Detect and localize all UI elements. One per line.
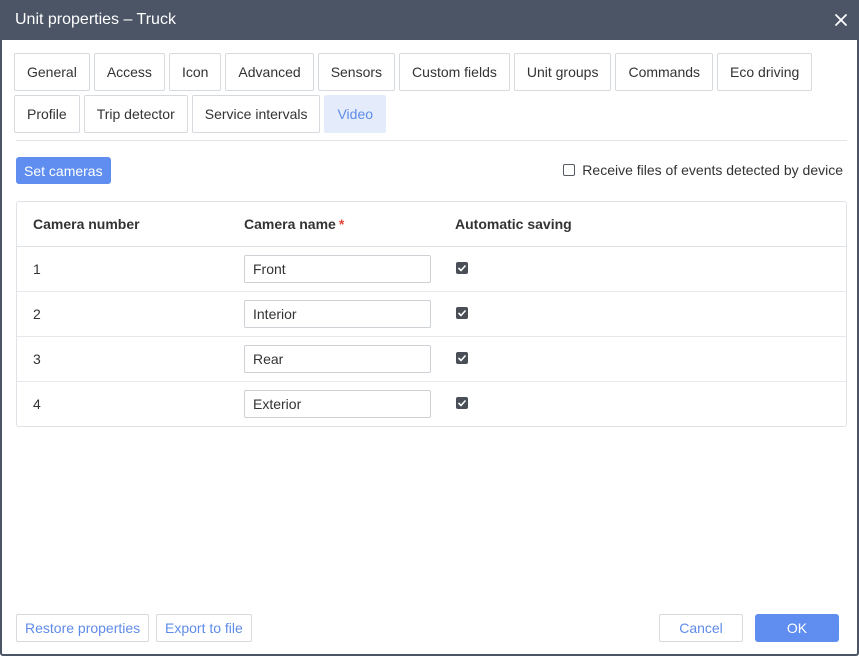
table-row: 1 [17, 247, 846, 292]
required-mark: * [338, 216, 345, 232]
tab-custom-fields[interactable]: Custom fields [399, 53, 510, 91]
cameras-table: Camera number Camera name * Automatic sav… [16, 201, 847, 427]
checkbox-checked-icon[interactable] [456, 397, 468, 409]
export-to-file-button[interactable]: Export to file [156, 614, 252, 642]
tab-video[interactable]: Video [324, 95, 387, 133]
cancel-button[interactable]: Cancel [659, 614, 743, 642]
receive-files-option[interactable]: Receive files of events detected by devi… [563, 162, 843, 178]
tab-trip-detector[interactable]: Trip detector [83, 95, 188, 133]
camera-name-input[interactable] [244, 345, 431, 373]
table-header: Camera number Camera name * Automatic sav… [17, 202, 846, 247]
dialog-titlebar: Unit properties – Truck [2, 0, 859, 40]
camera-name-input[interactable] [244, 300, 431, 328]
tab-sensors[interactable]: Sensors [317, 53, 396, 91]
tab-icon[interactable]: Icon [168, 53, 222, 91]
ok-button[interactable]: OK [755, 614, 839, 642]
header-automatic-saving: Automatic saving [455, 216, 572, 232]
tab-advanced[interactable]: Advanced [225, 53, 314, 91]
tab-general[interactable]: General [14, 53, 90, 91]
camera-name-input[interactable] [244, 255, 431, 283]
header-camera-name: Camera name * [244, 216, 344, 232]
close-icon[interactable] [831, 10, 851, 30]
header-camera-number: Camera number [33, 216, 140, 232]
dialog-title: Unit properties – Truck [15, 11, 176, 28]
tab-commands[interactable]: Commands [615, 53, 714, 91]
camera-number: 3 [33, 351, 41, 367]
tabs-divider [16, 140, 847, 141]
restore-properties-button[interactable]: Restore properties [16, 614, 150, 642]
camera-name-input[interactable] [244, 390, 431, 418]
tab-row-2: Profile Trip detector Service intervals … [14, 95, 390, 133]
camera-number: 2 [33, 306, 41, 322]
checkbox-checked-icon[interactable] [456, 307, 468, 319]
receive-files-label: Receive files of events detected by devi… [582, 162, 843, 178]
checkbox-icon[interactable] [563, 164, 576, 176]
tab-service-intervals[interactable]: Service intervals [191, 95, 321, 133]
unit-properties-dialog: Unit properties – Truck General Access I… [0, 0, 859, 656]
table-row: 2 [17, 292, 846, 337]
checkbox-checked-icon[interactable] [456, 352, 468, 364]
checkbox-checked-icon[interactable] [456, 262, 468, 274]
table-row: 4 [17, 382, 846, 427]
tab-row-1: General Access Icon Advanced Sensors Cus… [14, 53, 816, 91]
tab-eco-driving[interactable]: Eco driving [717, 53, 813, 91]
tab-access[interactable]: Access [93, 53, 165, 91]
camera-number: 1 [33, 261, 41, 277]
tab-unit-groups[interactable]: Unit groups [513, 53, 612, 91]
header-camera-name-text: Camera name [244, 216, 336, 232]
table-row: 3 [17, 337, 846, 382]
tab-profile[interactable]: Profile [14, 95, 80, 133]
camera-number: 4 [33, 396, 41, 412]
set-cameras-button[interactable]: Set cameras [16, 157, 111, 184]
